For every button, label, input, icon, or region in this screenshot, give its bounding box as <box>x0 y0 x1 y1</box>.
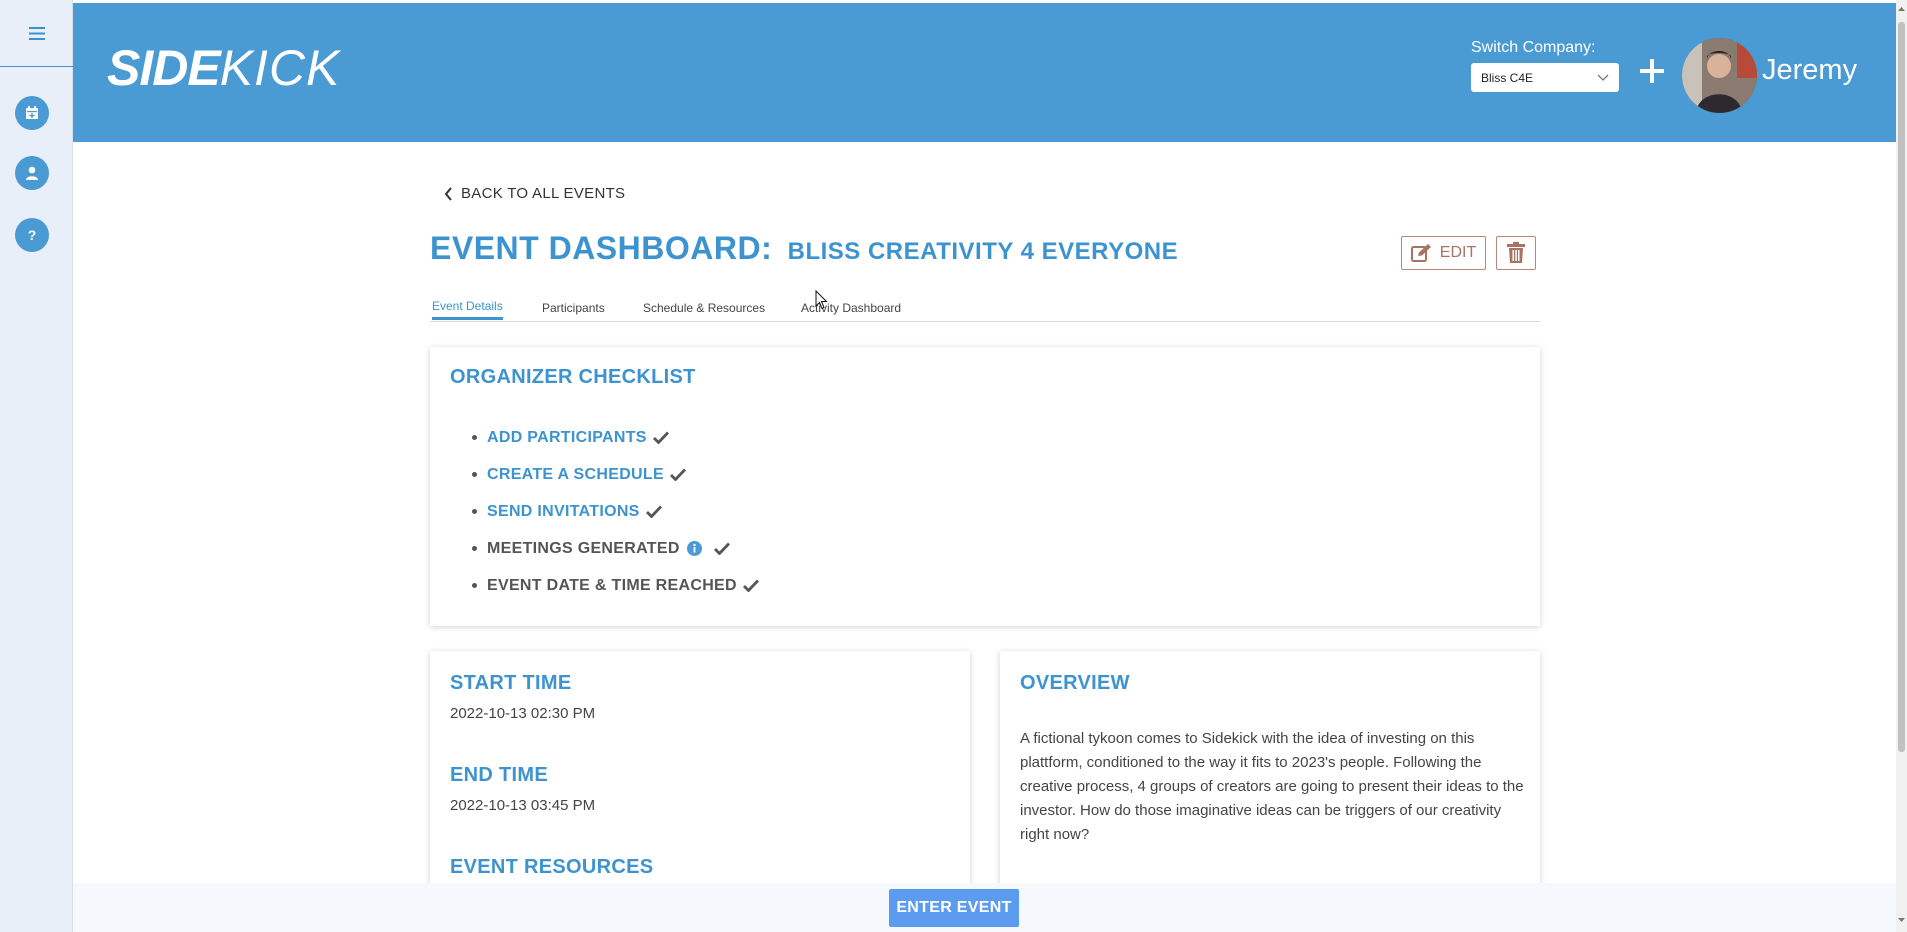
company-select[interactable]: Bliss C4E <box>1471 63 1619 92</box>
checkmark-icon <box>645 505 662 518</box>
start-time-label: START TIME <box>450 672 572 694</box>
scroll-up-icon[interactable] <box>1897 4 1906 14</box>
event-times-card: START TIME 2022-10-13 02:30 PM END TIME … <box>430 651 970 891</box>
overview-card: OVERVIEW A fictional tykoon comes to Sid… <box>1000 651 1540 891</box>
calendar-icon <box>26 106 38 119</box>
send-invitations-link[interactable]: SEND INVITATIONS <box>487 503 640 521</box>
info-icon[interactable] <box>686 541 702 556</box>
end-time-value: 2022-10-13 03:45 PM <box>450 797 596 814</box>
plus-icon <box>1640 59 1664 83</box>
scroll-down-icon[interactable] <box>1897 915 1906 925</box>
menu-icon <box>28 26 45 40</box>
checklist-title: ORGANIZER CHECKLIST <box>450 366 696 388</box>
sidebar: ? <box>0 0 73 932</box>
sidebar-item-events[interactable] <box>15 96 49 130</box>
checklist-item-event-date-reached: EVENT DATE & TIME REACHED <box>472 567 759 604</box>
tab-bar: Event Details Participants Schedule & Re… <box>430 298 1540 322</box>
back-link-label: BACK TO ALL EVENTS <box>461 185 626 202</box>
chevron-down-icon <box>1597 74 1609 81</box>
checklist-item-create-schedule: CREATE A SCHEDULE <box>472 456 759 493</box>
help-icon: ? <box>28 227 37 243</box>
mouse-cursor-icon <box>815 290 828 310</box>
checklist-item-send-invitations: SEND INVITATIONS <box>472 493 759 530</box>
checkmark-icon <box>669 468 686 481</box>
menu-button[interactable] <box>0 0 73 67</box>
checkmark-icon <box>652 431 669 444</box>
avatar[interactable] <box>1682 38 1757 113</box>
end-time-label: END TIME <box>450 764 548 786</box>
meetings-generated-label: MEETINGS GENERATED <box>487 539 680 557</box>
edit-button-label: EDIT <box>1439 244 1477 261</box>
create-schedule-link[interactable]: CREATE A SCHEDULE <box>487 466 664 484</box>
edit-button[interactable]: EDIT <box>1401 236 1486 270</box>
checklist-item-add-participants: ADD PARTICIPANTS <box>472 419 759 456</box>
overview-text: A fictional tykoon comes to Sidekick wit… <box>1020 730 1524 843</box>
logo-bold: SIDE <box>107 40 221 96</box>
user-icon <box>26 166 38 180</box>
event-name: BLISS CREATIVITY 4 EVERYONE <box>787 238 1179 265</box>
delete-button[interactable] <box>1496 236 1536 270</box>
switch-company-label: Switch Company: <box>1471 39 1596 56</box>
svg-text:?: ? <box>28 227 37 243</box>
trash-icon <box>1507 242 1525 263</box>
checklist: ADD PARTICIPANTS CREATE A SCHEDULE SEND … <box>472 419 759 604</box>
chevron-left-icon <box>444 186 452 201</box>
checkmark-icon <box>742 579 759 592</box>
sidebar-item-help[interactable]: ? <box>15 218 49 252</box>
tab-schedule-resources[interactable]: Schedule & Resources <box>643 301 765 315</box>
top-header: SIDEKICK Switch Company: Bliss C4E Jerem… <box>73 3 1896 142</box>
tab-event-details[interactable]: Event Details <box>432 299 503 320</box>
bullet <box>472 546 477 551</box>
company-select-value: Bliss C4E <box>1481 70 1534 85</box>
event-date-reached-label: EVENT DATE & TIME REACHED <box>487 576 737 594</box>
add-participants-link[interactable]: ADD PARTICIPANTS <box>487 429 647 447</box>
organizer-checklist-card: ORGANIZER CHECKLIST ADD PARTICIPANTS CRE… <box>430 347 1540 626</box>
tab-participants[interactable]: Participants <box>542 301 605 315</box>
bullet <box>472 435 477 440</box>
bullet <box>472 583 477 588</box>
add-company-button[interactable] <box>1638 57 1666 85</box>
enter-event-button[interactable]: ENTER EVENT <box>889 889 1019 927</box>
avatar-image <box>1682 38 1757 113</box>
title-prefix: EVENT DASHBOARD: <box>430 230 773 266</box>
bullet <box>472 472 477 477</box>
page-title: EVENT DASHBOARD: BLISS CREATIVITY 4 EVER… <box>430 230 1178 267</box>
bullet <box>472 509 477 514</box>
user-name[interactable]: Jeremy <box>1762 54 1857 87</box>
sidebar-item-profile[interactable] <box>15 156 49 190</box>
scrollbar-thumb[interactable] <box>1898 22 1905 752</box>
checklist-item-meetings-generated: MEETINGS GENERATED <box>472 530 759 567</box>
checkmark-icon <box>713 542 730 555</box>
back-to-events-link[interactable]: BACK TO ALL EVENTS <box>444 185 625 202</box>
start-time-value: 2022-10-13 02:30 PM <box>450 705 596 722</box>
event-resources-label: EVENT RESOURCES <box>450 856 654 878</box>
logo-light: KICK <box>219 40 341 96</box>
overview-title: OVERVIEW <box>1020 672 1130 694</box>
sidekick-logo[interactable]: SIDEKICK <box>107 39 340 97</box>
edit-icon <box>1410 244 1431 262</box>
